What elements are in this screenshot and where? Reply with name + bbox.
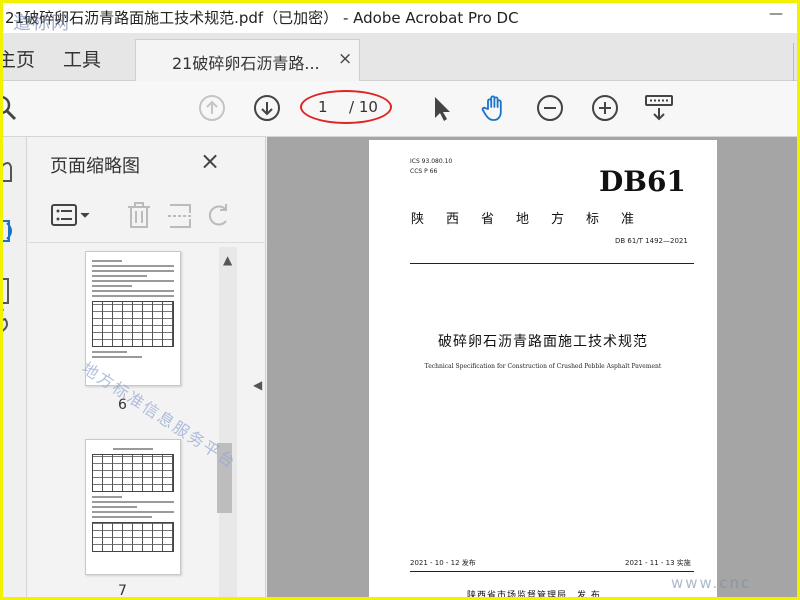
rotate-icon[interactable] [204, 201, 234, 231]
scroll-mode-button[interactable] [643, 93, 673, 123]
next-page-button[interactable] [252, 93, 282, 123]
province-standard-label: 陕西省地方标准 [411, 212, 657, 227]
publisher: 陕西省市场监督管理局 发 布 [467, 591, 601, 597]
thumbnail-page-label: 7 [118, 583, 127, 597]
document-title-cn: 破碎卵石沥青路面施工技术规范 [438, 334, 648, 350]
footer-rule [410, 571, 694, 572]
close-panel-icon[interactable]: × [200, 147, 220, 175]
tab-home[interactable]: 主页 [3, 45, 35, 72]
select-tool-button[interactable] [426, 93, 456, 123]
toolbar: 1 / 10 [3, 81, 797, 137]
options-menu-icon[interactable] [50, 203, 94, 229]
acrobat-window: 21破碎卵石沥青路面施工技术规范.pdf（已加密） - Adobe Acroba… [3, 3, 797, 597]
tab-document[interactable]: 21破碎卵石沥青路... × [135, 39, 360, 81]
thumbnails-panel: 页面缩略图 × 6 7 ▲ [28, 137, 266, 597]
left-navigation-rail [3, 137, 27, 597]
panel-toolbar [28, 189, 266, 243]
pdf-page[interactable]: ICS 93.080.10 CCS P 66 DB61 陕西省地方标准 DB 6… [369, 140, 717, 597]
header-rule [410, 263, 694, 264]
ics-line: ICS 93.080.10 [410, 158, 453, 165]
navigation-icons[interactable] [3, 137, 27, 337]
ics-code: ICS 93.080.10 CCS P 66 [410, 157, 452, 177]
tab-document-label: 21破碎卵石沥青路... [172, 54, 320, 73]
zoom-out-button[interactable] [535, 93, 565, 123]
page-thumbnail[interactable] [85, 439, 181, 575]
hand-icon [481, 95, 502, 121]
tab-close-icon[interactable]: × [338, 49, 352, 69]
previous-page-button[interactable] [197, 93, 227, 123]
thumbnail-list: 6 7 [28, 247, 240, 597]
trash-icon[interactable] [124, 201, 154, 231]
window-title: 21破碎卵石沥青路面施工技术规范.pdf（已加密） - Adobe Acroba… [5, 9, 519, 27]
plus-circle-icon [592, 95, 618, 121]
collapse-panel-icon[interactable]: ◀ [253, 378, 262, 392]
highlight-ellipse [300, 90, 392, 124]
ccs-line: CCS P 66 [410, 168, 438, 175]
site-watermark-logo: 道标网 [13, 13, 70, 34]
keyboard-scroll-icon [645, 95, 673, 121]
arrow-down-icon [254, 95, 280, 121]
scroll-up-icon[interactable]: ▲ [223, 253, 232, 267]
standard-mark: DB61 [599, 165, 686, 198]
standard-code: DB 61/T 1492—2021 [615, 237, 688, 245]
thumbnail-scrollbar[interactable] [219, 247, 237, 597]
issue-date: 2021 - 10 - 12 发布 [410, 559, 476, 567]
search-icon[interactable] [3, 93, 19, 123]
title-bar: 21破碎卵石沥青路面施工技术规范.pdf（已加密） - Adobe Acroba… [3, 3, 797, 34]
zoom-in-button[interactable] [590, 93, 620, 123]
document-title-en: Technical Specification for Construction… [424, 363, 662, 370]
cursor-arrow-icon [435, 97, 450, 121]
hand-tool-button[interactable] [479, 93, 509, 123]
site-watermark: www.cnc [671, 574, 752, 592]
arrow-up-icon [199, 95, 225, 121]
minus-circle-icon [537, 95, 563, 121]
tab-tools[interactable]: 工具 [63, 45, 101, 72]
tab-divider [793, 43, 794, 81]
minimize-button[interactable]: — [766, 6, 786, 26]
panel-title: 页面缩略图 [50, 156, 140, 177]
implementation-date: 2021 - 11 - 13 实施 [625, 559, 691, 567]
extract-page-icon[interactable] [166, 201, 196, 231]
tab-bar: 主页 工具 21破碎卵石沥青路... × [3, 33, 797, 81]
